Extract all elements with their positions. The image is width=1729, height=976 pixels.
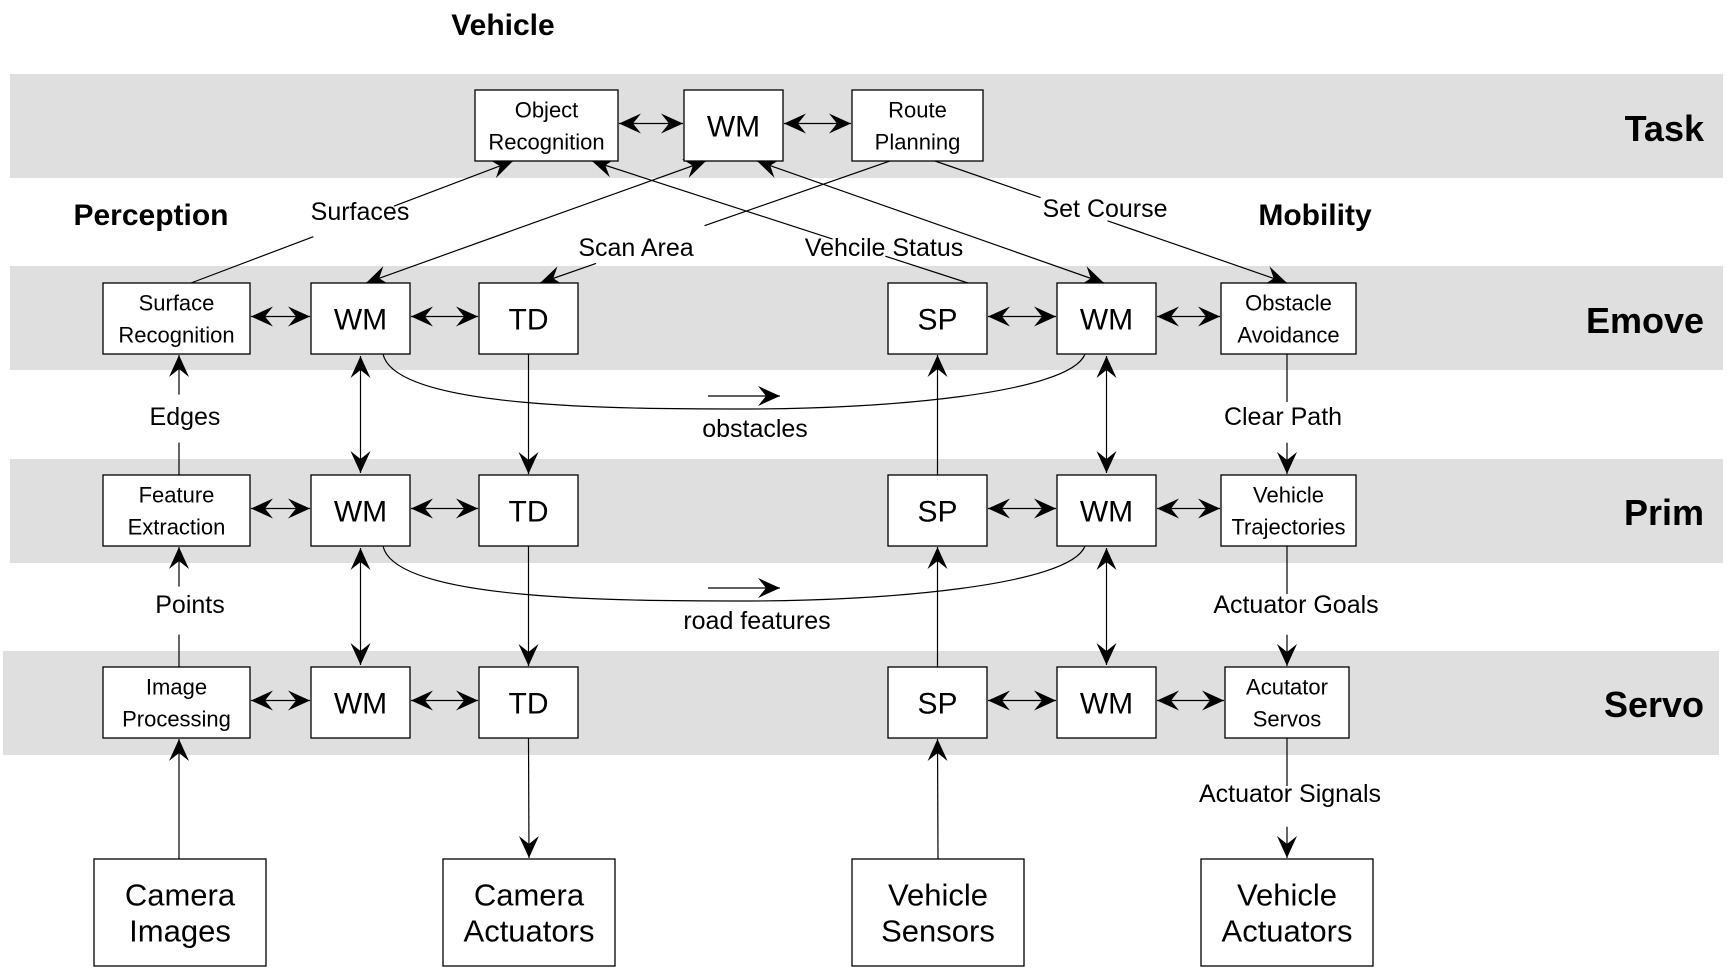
- node-label: Servos: [1253, 706, 1321, 731]
- edge-label-surfaces: Surfaces: [311, 198, 410, 226]
- node-label: Camera: [125, 878, 236, 913]
- level-label-emove: Emove: [1586, 300, 1704, 341]
- edge-label-road-features: road features: [683, 607, 830, 635]
- node-label: Recognition: [488, 129, 604, 154]
- node-label: Trajectories: [1231, 514, 1345, 539]
- node-label: Processing: [122, 706, 231, 731]
- node-label: Route: [888, 97, 947, 122]
- node-camera-actuators: CameraActuators: [442, 858, 616, 967]
- node-label: WM: [1080, 495, 1133, 528]
- node-prim-td: TD: [478, 474, 579, 547]
- node-label: Actuators: [1222, 914, 1353, 949]
- node-label: WM: [1080, 687, 1133, 720]
- node-vehicle-actuators: VehicleActuators: [1200, 858, 1374, 967]
- node-prim-sp: SP: [887, 474, 988, 547]
- diagram-title: Vehicle: [451, 9, 554, 42]
- node-vehicle-sensors: VehicleSensors: [851, 858, 1025, 967]
- node-servo-wm-right: WM: [1056, 666, 1157, 739]
- node-object-recognition: Object Recognition: [474, 89, 619, 162]
- node-actuator-servos: Acutator Servos: [1224, 666, 1350, 739]
- node-servo-td: TD: [478, 666, 579, 739]
- edge-label-actuator-goals: Actuator Goals: [1213, 591, 1378, 619]
- node-label: Sensors: [881, 914, 995, 949]
- node-label: TD: [509, 495, 549, 528]
- node-label: Surface: [139, 290, 215, 315]
- node-label: Planning: [875, 129, 961, 154]
- node-task-wm: WM: [683, 89, 784, 162]
- edge-label-edges: Edges: [150, 403, 221, 431]
- node-prim-wm-left: WM: [310, 474, 411, 547]
- level-label-servo: Servo: [1604, 684, 1704, 725]
- node-surface-recognition: Surface Recognition: [102, 282, 251, 355]
- node-label: Feature: [139, 482, 215, 507]
- node-label: Actuators: [464, 914, 595, 949]
- sp-feedback-arrow: [936, 738, 939, 860]
- node-label: Image: [146, 674, 207, 699]
- node-label: Vehicle: [1237, 878, 1337, 913]
- node-label: SP: [917, 687, 957, 720]
- node-emove-sp: SP: [887, 282, 988, 355]
- edge-label-vehicle-status: Vehcile Status: [805, 234, 963, 262]
- node-label: WM: [334, 495, 387, 528]
- node-vehicle-trajectories: Vehicle Trajectories: [1220, 474, 1357, 547]
- node-label: Extraction: [128, 514, 226, 539]
- node-route-planning: Route Planning: [851, 89, 984, 162]
- node-label: Avoidance: [1237, 322, 1339, 347]
- node-label: Vehicle: [1253, 482, 1324, 507]
- task-to-perception-wm-arrow: [365, 160, 707, 284]
- node-label: Obstacle: [1245, 290, 1332, 315]
- node-label: SP: [917, 303, 957, 336]
- node-emove-wm-left: WM: [310, 282, 411, 355]
- node-label: WM: [1080, 303, 1133, 336]
- node-label: Camera: [474, 878, 585, 913]
- level-label-task: Task: [1625, 108, 1705, 149]
- edge-label-points: Points: [155, 591, 224, 619]
- architecture-diagram: Vehicle Perception Mobility Task Emove P…: [3, 9, 1723, 967]
- node-label: WM: [707, 110, 760, 143]
- node-label: Acutator: [1246, 674, 1328, 699]
- node-prim-wm-right: WM: [1056, 474, 1157, 547]
- node-label: WM: [334, 687, 387, 720]
- node-feature-extraction: Feature Extraction: [102, 474, 251, 547]
- edge-label-clear-path: Clear Path: [1224, 403, 1342, 431]
- node-label: SP: [917, 495, 957, 528]
- edge-label-obstacles: obstacles: [702, 415, 808, 443]
- edge-label-scan-area: Scan Area: [578, 234, 693, 262]
- node-label: Object: [515, 97, 579, 122]
- td-command-arrow: [527, 737, 530, 859]
- node-emove-wm-right: WM: [1056, 282, 1157, 355]
- group-label-perception: Perception: [73, 199, 228, 232]
- node-label: TD: [509, 303, 549, 336]
- node-label: Recognition: [118, 322, 234, 347]
- node-servo-sp: SP: [887, 666, 988, 739]
- node-obstacle-avoidance: Obstacle Avoidance: [1220, 282, 1357, 355]
- node-label: Vehicle: [888, 878, 988, 913]
- edge-label-actuator-signals: Actuator Signals: [1199, 780, 1381, 808]
- edge-label-set-course: Set Course: [1042, 195, 1167, 223]
- level-label-prim: Prim: [1624, 492, 1704, 533]
- group-label-mobility: Mobility: [1258, 199, 1372, 232]
- node-image-processing: Image Processing: [102, 666, 251, 739]
- node-label: WM: [334, 303, 387, 336]
- node-camera-images: CameraImages: [93, 858, 267, 967]
- node-label: TD: [509, 687, 549, 720]
- node-label: Images: [129, 914, 231, 949]
- node-emove-td: TD: [478, 282, 579, 355]
- node-servo-wm-left: WM: [310, 666, 411, 739]
- level-band-emove: [10, 266, 1723, 370]
